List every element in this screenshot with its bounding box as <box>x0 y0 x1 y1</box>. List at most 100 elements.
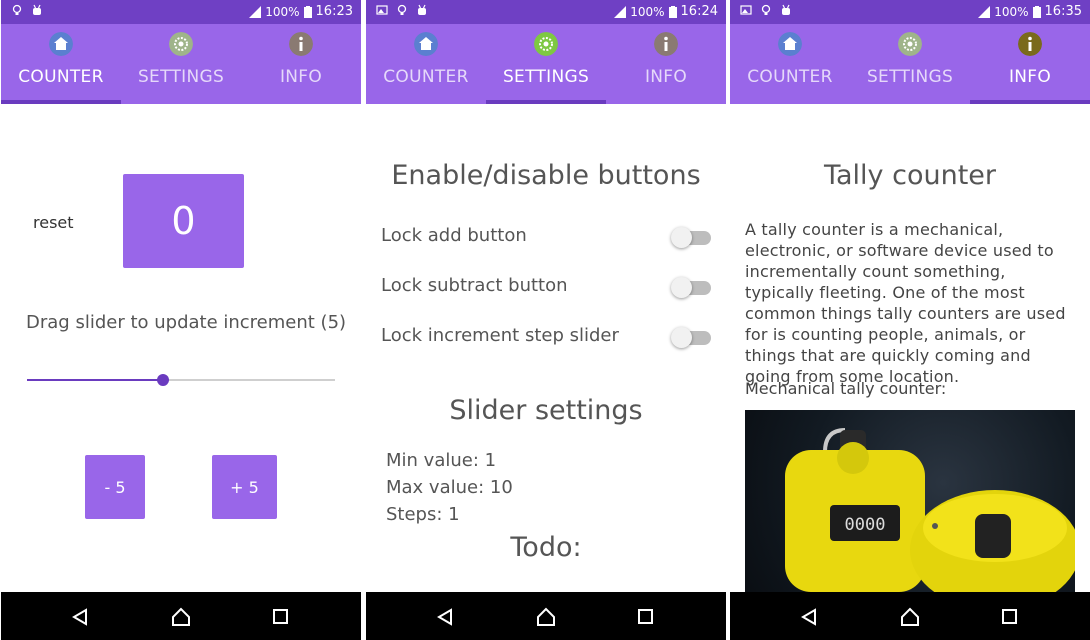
setting-lock-add[interactable]: Lock add button <box>381 221 711 251</box>
info-paragraph: A tally counter is a mechanical, electro… <box>745 220 1066 386</box>
image-icon <box>376 5 388 15</box>
tab-bar: COUNTER SETTINGS INFO <box>366 24 726 104</box>
setting-label: Lock subtract button <box>381 275 568 296</box>
counter-button[interactable]: 0 <box>123 174 244 268</box>
lightbulb-icon <box>761 4 771 15</box>
tab-label: SETTINGS <box>137 67 225 87</box>
tab-indicator <box>486 100 606 104</box>
slider-fill <box>27 379 163 381</box>
battery-percent: 100% <box>630 4 665 19</box>
section-title-buttons: Enable/disable buttons <box>391 160 701 191</box>
min-value: Min value: 1 <box>386 450 497 471</box>
counter-digits: 0000 <box>845 515 886 535</box>
battery-icon <box>1032 5 1041 18</box>
add-button[interactable]: + 5 <box>212 455 277 519</box>
back-icon[interactable] <box>800 608 818 626</box>
tab-counter[interactable]: COUNTER <box>1 24 121 104</box>
info-title: Tally counter <box>823 160 997 191</box>
increment-slider[interactable] <box>27 374 335 386</box>
clock: 16:23 <box>315 4 353 19</box>
setting-label: Lock increment step slider <box>381 325 619 346</box>
gear-icon <box>169 32 193 56</box>
signal-icon <box>614 5 627 18</box>
setting-lock-slider[interactable]: Lock increment step slider <box>381 321 711 351</box>
info-subtitle: Mechanical tally counter: <box>745 379 947 398</box>
recents-icon[interactable] <box>273 609 288 624</box>
lightbulb-icon <box>397 4 407 15</box>
signal-icon <box>978 5 991 18</box>
battery-percent: 100% <box>265 4 300 19</box>
info-icon <box>1018 32 1042 56</box>
section-title-todo: Todo: <box>510 532 582 563</box>
nav-bar <box>730 592 1090 640</box>
clock: 16:24 <box>680 4 718 19</box>
info-screen: 100% 16:35 COUNTER SETTINGS INFO Tally c… <box>730 0 1090 640</box>
tab-label: SETTINGS <box>866 67 954 87</box>
nav-bar <box>1 592 361 640</box>
reset-label: reset <box>33 213 74 232</box>
setting-lock-subtract[interactable]: Lock subtract button <box>381 271 711 301</box>
clock: 16:35 <box>1044 4 1082 19</box>
home-icon <box>49 32 73 56</box>
tab-info[interactable]: INFO <box>241 24 361 104</box>
subtract-button[interactable]: - 5 <box>85 455 145 519</box>
home-icon <box>778 32 802 56</box>
nav-bar <box>366 592 726 640</box>
tab-settings[interactable]: SETTINGS <box>121 24 241 104</box>
tab-label: INFO <box>1008 67 1052 87</box>
tab-label: INFO <box>279 67 323 87</box>
info-icon <box>654 32 678 56</box>
signal-icon <box>249 5 262 18</box>
back-icon[interactable] <box>436 608 454 626</box>
tab-settings[interactable]: SETTINGS <box>850 24 970 104</box>
tab-indicator <box>1 100 121 104</box>
lock-add-switch[interactable] <box>671 227 711 248</box>
steps-value: Steps: 1 <box>386 504 460 525</box>
counter-screen: 100% 16:23 COUNTER SETTINGS INFO reset 0… <box>1 0 361 640</box>
lightbulb-icon <box>12 4 22 15</box>
max-value: Max value: 10 <box>386 477 513 498</box>
tab-label: COUNTER <box>383 67 469 87</box>
tab-indicator <box>970 100 1090 104</box>
tab-label: INFO <box>644 67 688 87</box>
tab-label: SETTINGS <box>502 67 590 87</box>
home-icon <box>414 32 438 56</box>
battery-icon <box>668 5 677 18</box>
android-icon <box>418 4 426 15</box>
gear-icon <box>898 32 922 56</box>
tally-counter-illustration: 0000 <box>785 428 1075 592</box>
recents-icon[interactable] <box>1002 609 1017 624</box>
image-icon <box>740 5 752 15</box>
home-nav-icon[interactable] <box>900 607 920 627</box>
tally-counter-photo: 0000 <box>745 410 1075 592</box>
section-title-slider: Slider settings <box>449 395 643 426</box>
tab-bar: COUNTER SETTINGS INFO <box>730 24 1090 104</box>
setting-label: Lock add button <box>381 225 527 246</box>
info-icon <box>289 32 313 56</box>
back-icon[interactable] <box>71 608 89 626</box>
home-nav-icon[interactable] <box>171 607 191 627</box>
slider-caption: Drag slider to update increment (5) <box>26 312 347 333</box>
slider-thumb[interactable] <box>157 374 169 386</box>
recents-icon[interactable] <box>638 609 653 624</box>
lock-slider-switch[interactable] <box>671 327 711 348</box>
tab-settings[interactable]: SETTINGS <box>486 24 606 104</box>
status-bar: 100% 16:35 <box>730 0 1090 24</box>
tab-counter[interactable]: COUNTER <box>366 24 486 104</box>
tab-info[interactable]: INFO <box>606 24 726 104</box>
tab-bar: COUNTER SETTINGS INFO <box>1 24 361 104</box>
settings-screen: 100% 16:24 COUNTER SETTINGS INFO Enable/… <box>366 0 726 640</box>
tab-info[interactable]: INFO <box>970 24 1090 104</box>
home-nav-icon[interactable] <box>536 607 556 627</box>
android-icon <box>33 4 41 15</box>
status-bar: 100% 16:23 <box>1 0 361 24</box>
battery-percent: 100% <box>994 4 1029 19</box>
tab-counter[interactable]: COUNTER <box>730 24 850 104</box>
tab-label: COUNTER <box>18 67 104 87</box>
lock-subtract-switch[interactable] <box>671 277 711 298</box>
android-icon <box>782 4 790 15</box>
status-bar: 100% 16:24 <box>366 0 726 24</box>
gear-icon <box>534 32 558 56</box>
battery-icon <box>303 5 312 18</box>
tab-label: COUNTER <box>747 67 833 87</box>
